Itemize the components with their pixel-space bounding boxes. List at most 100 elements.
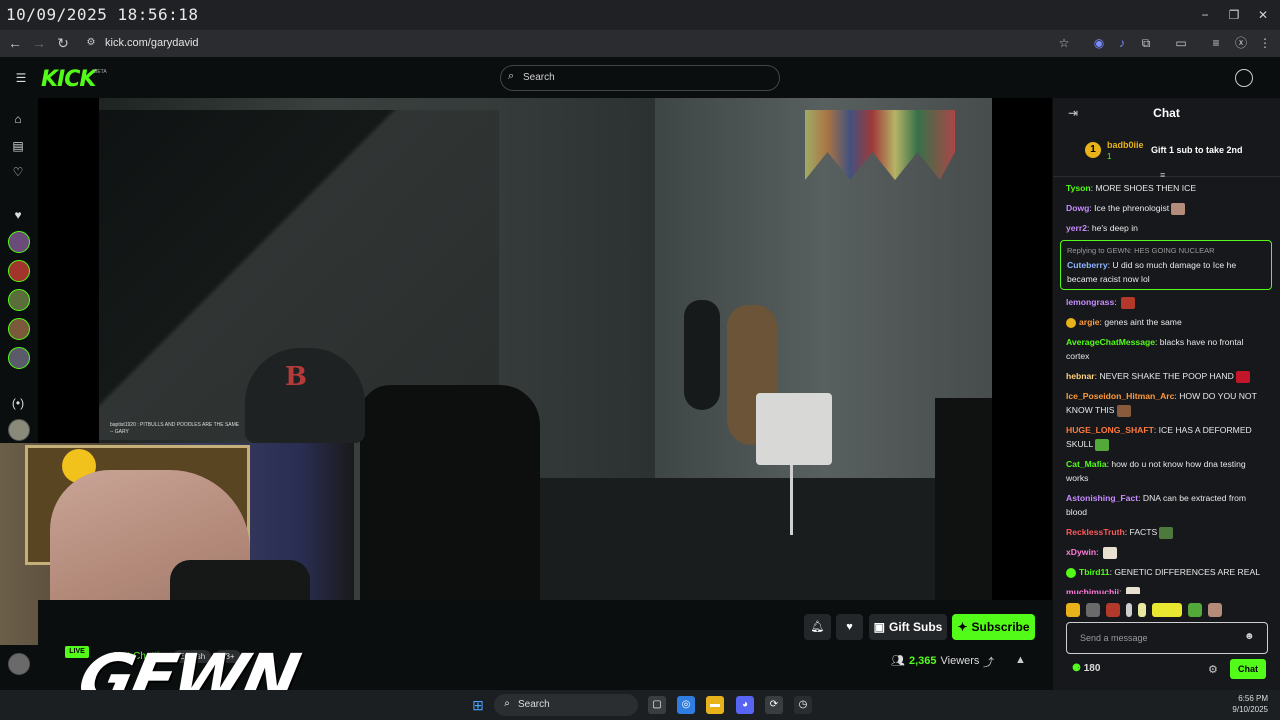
chat-username[interactable]: Astonishing_Fact: [1066, 493, 1138, 503]
chat-username[interactable]: HUGE_LONG_SHAFT: [1066, 425, 1154, 435]
chat-message[interactable]: argie: genes aint the same: [1060, 312, 1272, 332]
home-icon[interactable]: ⌂: [10, 111, 26, 127]
followed-channel-avatar[interactable]: [8, 289, 30, 311]
chrome-icon[interactable]: ◎: [677, 696, 695, 714]
gift-cta[interactable]: Gift 1 sub to take 2nd: [1151, 145, 1243, 155]
emote-icon[interactable]: [1066, 603, 1080, 617]
tab-search-icon[interactable]: ▭: [1172, 34, 1190, 52]
emote-icon[interactable]: [1106, 603, 1120, 617]
chat-message[interactable]: AverageChatMessage: blacks have no front…: [1060, 332, 1272, 366]
user-avatar[interactable]: [1235, 69, 1253, 87]
chat-send-button[interactable]: Chat: [1230, 659, 1266, 679]
discord-icon[interactable]: ◕: [736, 696, 754, 714]
chat-username[interactable]: lemongrass: [1066, 297, 1114, 307]
chat-emote-icon[interactable]: [1235, 370, 1250, 383]
chat-message[interactable]: xDywin:: [1060, 542, 1272, 562]
chat-emote-icon[interactable]: [1159, 526, 1174, 539]
emote-icon[interactable]: [1138, 603, 1146, 617]
chat-message[interactable]: yerr2: he's deep in: [1060, 218, 1272, 238]
gift-subs-button[interactable]: ▣ Gift Subs: [869, 614, 947, 640]
followed-channel-avatar[interactable]: [8, 231, 30, 253]
bookmark-star-icon[interactable]: ☆: [1055, 34, 1073, 52]
chat-message[interactable]: Tbird11: GENETIC DIFFERENCES ARE REAL: [1060, 562, 1272, 582]
report-icon[interactable]: ▲: [1015, 654, 1026, 666]
extension-icon[interactable]: ◉: [1090, 34, 1108, 52]
chat-username[interactable]: muchimuchii: [1066, 587, 1119, 594]
maximize-icon[interactable]: ❐: [1226, 7, 1242, 23]
chat-message[interactable]: Dowg: Ice the phrenologist: [1060, 198, 1272, 218]
address-bar[interactable]: [80, 32, 1080, 54]
share-icon[interactable]: ⤴: [983, 654, 994, 670]
chat-emote-icon[interactable]: [1121, 296, 1136, 309]
browse-icon[interactable]: ▤: [10, 138, 26, 154]
windows-start-icon[interactable]: ⊞: [469, 696, 487, 714]
chat-message[interactable]: Astonishing_Fact: DNA can be extracted f…: [1060, 488, 1272, 522]
chat-username[interactable]: argie: [1079, 317, 1100, 327]
chat-message[interactable]: HUGE_LONG_SHAFT: ICE HAS A DEFORMED SKUL…: [1060, 420, 1272, 454]
chat-username[interactable]: Ice_Poseidon_Hitman_Arc: [1066, 391, 1174, 401]
extensions-puzzle-icon[interactable]: ⧉: [1137, 34, 1155, 52]
channel-points[interactable]: ⚈ 180: [1072, 663, 1100, 674]
chat-message[interactable]: muchimuchii:: [1060, 582, 1272, 594]
chat-username[interactable]: xDywin: [1066, 547, 1096, 557]
chat-message[interactable]: lemongrass:: [1060, 292, 1272, 312]
emote-icon[interactable]: [1152, 603, 1182, 617]
chat-message[interactable]: Ice_Poseidon_Hitman_Arc: HOW DO YOU NOT …: [1060, 386, 1272, 420]
chat-message[interactable]: Cat_Mafia: how do u not know how dna tes…: [1060, 454, 1272, 488]
chat-emote-icon[interactable]: [1171, 202, 1186, 215]
kick-logo[interactable]: KICK: [41, 67, 96, 92]
chat-username[interactable]: hebnar: [1066, 371, 1095, 381]
chat-settings-icon[interactable]: ⚙: [1208, 663, 1218, 676]
menu-dots-icon[interactable]: ⋮: [1256, 34, 1274, 52]
chat-messages: Tyson: MORE SHOES THEN ICE Dowg: Ice the …: [1060, 178, 1272, 594]
chat-message[interactable]: hebnar: NEVER SHAKE THE POOP HAND: [1060, 366, 1272, 386]
recommended-channel-avatar[interactable]: [8, 653, 30, 675]
chat-text: GENETIC DIFFERENCES ARE REAL: [1114, 567, 1261, 577]
chat-text: FACTS: [1129, 527, 1158, 537]
chat-message[interactable]: RecklessTruth: FACTS: [1060, 522, 1272, 542]
chat-username[interactable]: RecklessTruth: [1066, 527, 1125, 537]
notifications-bell-icon[interactable]: 🔔︎: [804, 614, 831, 640]
clock-app-icon[interactable]: ◷: [794, 696, 812, 714]
close-icon[interactable]: ✕: [1255, 7, 1271, 23]
emoji-picker-icon[interactable]: ☻: [1244, 631, 1255, 642]
chat-emote-icon[interactable]: [1095, 438, 1110, 451]
chat-emote-icon[interactable]: [1102, 546, 1117, 559]
reading-list-icon[interactable]: ≡: [1207, 34, 1225, 52]
chat-username[interactable]: Cat_Mafia: [1066, 459, 1107, 469]
chat-username[interactable]: Cuteberry: [1067, 260, 1108, 270]
profile-icon[interactable]: ⓧ: [1232, 34, 1250, 52]
emote-icon[interactable]: [1086, 603, 1100, 617]
chat-message[interactable]: Replying to GEWN: HES GOING NUCLEAR Cuteb…: [1060, 240, 1272, 290]
app-icon[interactable]: ⟳: [765, 696, 783, 714]
chat-username[interactable]: yerr2: [1066, 223, 1087, 233]
chat-username[interactable]: Tbird11: [1079, 567, 1110, 577]
chat-text: MORE SHOES THEN ICE: [1095, 183, 1197, 193]
minimize-icon[interactable]: −: [1197, 7, 1213, 23]
task-view-icon[interactable]: ▢: [648, 696, 666, 714]
followed-channel-avatar[interactable]: [8, 347, 30, 369]
recommended-channel-avatar[interactable]: [8, 419, 30, 441]
hamburger-menu-icon[interactable]: ☰: [13, 70, 29, 86]
chat-username[interactable]: Tyson: [1066, 183, 1091, 193]
forward-icon[interactable]: →: [30, 34, 48, 52]
emote-icon[interactable]: [1126, 603, 1132, 617]
chat-username[interactable]: AverageChatMessage: [1066, 337, 1155, 347]
reload-icon[interactable]: ↻: [54, 34, 72, 52]
gift-leader-user[interactable]: badb0iie: [1107, 140, 1144, 150]
audio-extension-icon[interactable]: ♪: [1113, 34, 1131, 52]
followed-channel-avatar[interactable]: [8, 318, 30, 340]
back-icon[interactable]: ←: [6, 34, 24, 52]
site-info-icon[interactable]: ⚙: [82, 34, 100, 52]
follow-heart-icon[interactable]: ♥: [836, 614, 863, 640]
followed-channel-avatar[interactable]: [8, 260, 30, 282]
chat-emote-icon[interactable]: [1116, 404, 1131, 417]
chat-username[interactable]: Dowg: [1066, 203, 1089, 213]
chat-emote-icon[interactable]: [1125, 586, 1140, 594]
emote-icon[interactable]: [1188, 603, 1202, 617]
subscribe-button[interactable]: ✦ Subscribe: [952, 614, 1035, 640]
following-heart-icon[interactable]: ♡: [10, 164, 26, 180]
file-explorer-icon[interactable]: ▬: [706, 696, 724, 714]
chat-message[interactable]: Tyson: MORE SHOES THEN ICE: [1060, 178, 1272, 198]
emote-icon[interactable]: [1208, 603, 1222, 617]
